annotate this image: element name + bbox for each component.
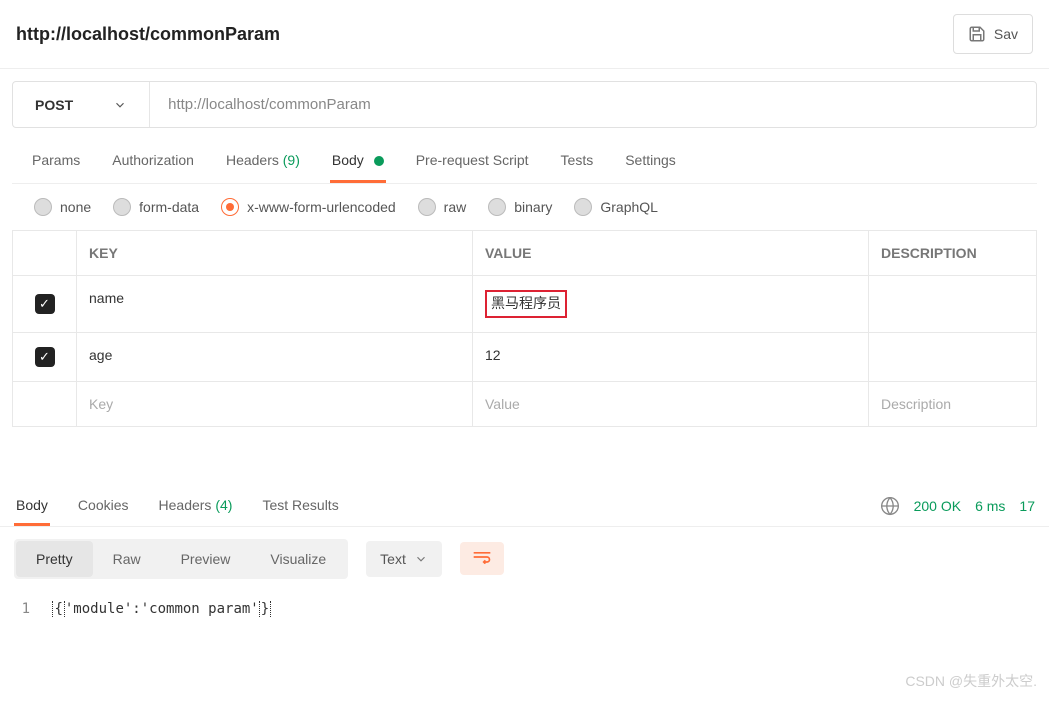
- resp-headers-count: (4): [215, 497, 232, 513]
- status-code: 200 OK: [914, 498, 961, 514]
- line-number: 1: [14, 601, 44, 617]
- table-row: ✓ name 黑马程序员: [13, 276, 1036, 333]
- resp-tab-cookies[interactable]: Cookies: [76, 487, 131, 526]
- table-row: ✓ age 12: [13, 333, 1036, 382]
- radio-selected-icon: [221, 198, 239, 216]
- body-modified-dot-icon: [374, 156, 384, 166]
- save-icon: [968, 25, 986, 43]
- table-header-row: KEY VALUE DESCRIPTION: [13, 231, 1036, 276]
- body-type-raw[interactable]: raw: [418, 198, 467, 216]
- param-key-input[interactable]: age: [77, 333, 473, 381]
- request-tabs: Params Authorization Headers (9) Body Pr…: [12, 140, 1037, 184]
- response-tabs: Body Cookies Headers (4) Test Results: [14, 487, 341, 526]
- tab-authorization[interactable]: Authorization: [110, 140, 196, 183]
- request-tab-title: http://localhost/commonParam: [16, 24, 280, 45]
- header-checkbox-col: [13, 231, 77, 275]
- param-value-input[interactable]: 黑马程序员: [473, 276, 869, 332]
- response-body[interactable]: 1 {'module':'common param'}: [0, 591, 1049, 627]
- view-raw[interactable]: Raw: [93, 541, 161, 577]
- resp-headers-label: Headers: [159, 497, 212, 513]
- tab-params[interactable]: Params: [30, 140, 82, 183]
- param-key-placeholder[interactable]: Key: [77, 382, 473, 426]
- resp-tab-results[interactable]: Test Results: [260, 487, 340, 526]
- param-key-input[interactable]: name: [77, 276, 473, 332]
- lang-label: Text: [380, 551, 406, 567]
- resp-tab-headers[interactable]: Headers (4): [157, 487, 235, 526]
- save-label: Sav: [994, 26, 1018, 42]
- new-row-checkbox-cell: [13, 382, 77, 426]
- body-type-radios: none form-data x-www-form-urlencoded raw…: [12, 184, 1037, 230]
- http-method-select[interactable]: POST: [13, 82, 150, 127]
- view-preview[interactable]: Preview: [161, 541, 251, 577]
- param-value-input[interactable]: 12: [473, 333, 869, 381]
- response-status: 200 OK 6 ms 17: [880, 496, 1035, 516]
- http-method-value: POST: [35, 97, 73, 113]
- table-new-row[interactable]: Key Value Description: [13, 382, 1036, 426]
- response-lang-select[interactable]: Text: [366, 541, 442, 577]
- tab-headers[interactable]: Headers (9): [224, 140, 302, 183]
- radio-icon: [34, 198, 52, 216]
- tab-settings[interactable]: Settings: [623, 140, 678, 183]
- resp-tab-body[interactable]: Body: [14, 487, 50, 526]
- chevron-down-icon: [113, 98, 127, 112]
- tab-body[interactable]: Body: [330, 140, 386, 183]
- chevron-down-icon: [414, 552, 428, 566]
- tab-headers-count: (9): [283, 152, 300, 168]
- body-type-none[interactable]: none: [34, 198, 91, 216]
- header-value: VALUE: [473, 231, 869, 275]
- tab-body-label: Body: [332, 152, 364, 168]
- response-view-tabs: Pretty Raw Preview Visualize: [14, 539, 348, 579]
- view-visualize[interactable]: Visualize: [250, 541, 346, 577]
- wrap-lines-button[interactable]: [460, 542, 504, 575]
- param-desc-input[interactable]: [869, 333, 1036, 381]
- tab-headers-label: Headers: [226, 152, 279, 168]
- row-checkbox[interactable]: ✓: [35, 294, 55, 314]
- globe-icon[interactable]: [880, 496, 900, 516]
- request-url-input[interactable]: http://localhost/commonParam: [150, 82, 1036, 127]
- save-button[interactable]: Sav: [953, 14, 1033, 54]
- header-key: KEY: [77, 231, 473, 275]
- code-line: {'module':'common param'}: [52, 601, 271, 617]
- watermark: CSDN @失重外太空.: [905, 671, 1037, 691]
- tab-tests[interactable]: Tests: [559, 140, 596, 183]
- radio-icon: [113, 198, 131, 216]
- view-pretty[interactable]: Pretty: [16, 541, 93, 577]
- body-type-binary[interactable]: binary: [488, 198, 552, 216]
- param-value-placeholder[interactable]: Value: [473, 382, 869, 426]
- form-params-table: KEY VALUE DESCRIPTION ✓ name 黑马程序员 ✓ age…: [12, 230, 1037, 427]
- row-checkbox[interactable]: ✓: [35, 347, 55, 367]
- status-size: 17: [1019, 498, 1035, 514]
- radio-icon: [418, 198, 436, 216]
- radio-icon: [574, 198, 592, 216]
- header-desc: DESCRIPTION: [869, 231, 1036, 275]
- body-type-graphql[interactable]: GraphQL: [574, 198, 658, 216]
- body-type-formdata[interactable]: form-data: [113, 198, 199, 216]
- wrap-icon: [472, 550, 492, 564]
- radio-icon: [488, 198, 506, 216]
- param-desc-input[interactable]: [869, 276, 1036, 332]
- body-type-urlencoded[interactable]: x-www-form-urlencoded: [221, 198, 396, 216]
- status-time: 6 ms: [975, 498, 1005, 514]
- param-desc-placeholder[interactable]: Description: [869, 382, 1036, 426]
- tab-prerequest[interactable]: Pre-request Script: [414, 140, 531, 183]
